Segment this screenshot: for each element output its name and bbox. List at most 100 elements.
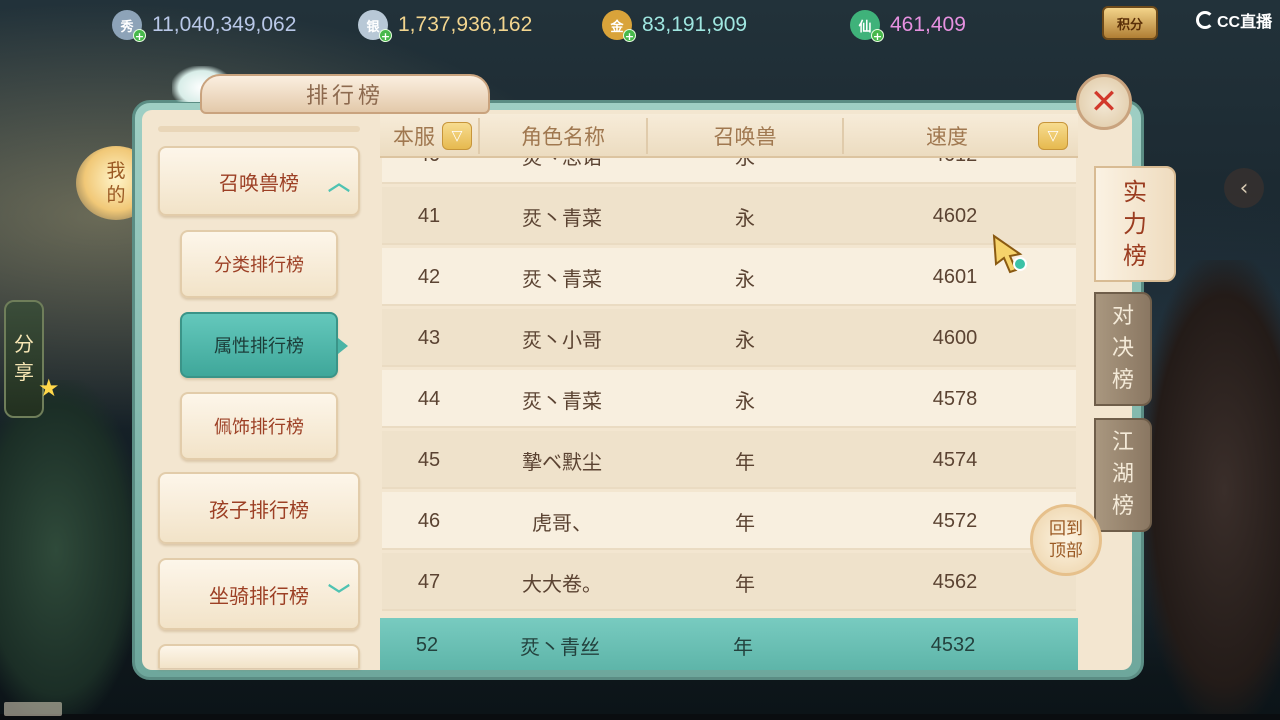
tab-jianghu-char-3: 榜 bbox=[1111, 494, 1134, 519]
table-row[interactable]: 44 烎丶青菜 永 4578 bbox=[382, 370, 1076, 428]
cell-name: 虎哥、 bbox=[532, 512, 592, 535]
table-row[interactable]: 40烎丶思诺永 4612 bbox=[382, 158, 1076, 184]
header-server-label: 本服 bbox=[393, 125, 435, 149]
header-pet-label: 召唤兽 bbox=[713, 125, 777, 149]
jade-coin-icon: 仙 + bbox=[850, 10, 884, 43]
tab-strength-char-2: 力 bbox=[1123, 210, 1147, 238]
cell-pet: 永 bbox=[650, 158, 840, 184]
tab-duel-rank[interactable]: 对 决 榜 bbox=[1094, 292, 1152, 406]
tab-duel-char-3: 榜 bbox=[1111, 368, 1134, 393]
points-badge[interactable]: 积分 bbox=[1102, 6, 1158, 40]
table-row[interactable]: 42 烎丶青菜永 4601 bbox=[382, 248, 1076, 306]
currency-value: 461,409 bbox=[890, 13, 966, 36]
tab-duel-char-1: 对 bbox=[1111, 304, 1134, 329]
my-speed: 4532 bbox=[930, 633, 976, 656]
menu-summon-rank[interactable]: 召唤兽榜 ︿ bbox=[158, 146, 360, 216]
gold-coin-icon: 金 + bbox=[602, 10, 636, 43]
server-dropdown-icon[interactable]: ▽ bbox=[442, 122, 472, 150]
back-to-top-line-1: 回到 bbox=[1049, 519, 1083, 539]
active-indicator-arrow-icon bbox=[338, 338, 348, 354]
table-row[interactable]: 47 大大卷。 年 4562 bbox=[382, 553, 1076, 611]
plus-icon[interactable]: + bbox=[133, 29, 146, 43]
cell-pet: 永 bbox=[735, 390, 755, 413]
tab-strength-char-1: 实 bbox=[1123, 178, 1147, 206]
table-row[interactable]: 46 虎哥、 年 4572 bbox=[382, 492, 1076, 550]
currency-value: 11,040,349,062 bbox=[152, 13, 297, 36]
points-badge-label: 积分 bbox=[1116, 17, 1143, 33]
cell-rank: 43 bbox=[417, 326, 441, 349]
cell-name: 烎丶青菜 bbox=[522, 390, 602, 413]
plus-icon[interactable]: + bbox=[623, 29, 636, 43]
menu-top-divider bbox=[158, 126, 360, 132]
header-server[interactable]: 本服 bbox=[380, 114, 448, 158]
chevron-down-icon: ﹀ bbox=[327, 584, 350, 609]
currency-item[interactable]: 秀 + 11,040,349,062 bbox=[112, 8, 297, 43]
header-name: 角色名称 bbox=[480, 114, 646, 158]
cell-pet: 年 bbox=[735, 573, 755, 596]
header-pet: 召唤兽 bbox=[648, 114, 842, 158]
cell-name: 摯ベ默尘 bbox=[522, 451, 602, 474]
currency-item[interactable]: 金 + 83,191,909 bbox=[602, 8, 747, 43]
cell-pet: 永 bbox=[735, 268, 755, 291]
background-scenery bbox=[1140, 260, 1280, 720]
tab-strength-char-3: 榜 bbox=[1123, 242, 1147, 270]
cell-rank: 47 bbox=[417, 570, 441, 593]
menu-accessory-rank[interactable]: 佩饰排行榜 bbox=[180, 392, 338, 460]
table-row[interactable]: 43 烎丶小哥 永 4600 bbox=[382, 309, 1076, 367]
stream-logo-text: CC直播 bbox=[1217, 14, 1273, 31]
tab-jianghu-char-1: 江 bbox=[1111, 430, 1134, 455]
cc-logo-icon bbox=[1196, 11, 1214, 29]
cell-name: 烎丶小哥 bbox=[522, 329, 602, 352]
back-to-top-button[interactable]: 回到 顶部 bbox=[1030, 504, 1102, 576]
cell-rank: 40 bbox=[382, 158, 476, 184]
tab-jianghu-rank[interactable]: 江 湖 榜 bbox=[1094, 418, 1152, 532]
menu-attribute-rank[interactable]: 属性排行榜 bbox=[180, 312, 338, 378]
my-orb-char-1: 我 bbox=[106, 160, 126, 182]
table-header: 本服 ▽ 角色名称 召唤兽 速度 ▽ bbox=[380, 114, 1078, 158]
panel-title-text: 排行榜 bbox=[305, 84, 384, 109]
header-speed-label: 速度 bbox=[926, 125, 968, 149]
menu-mount-rank[interactable]: 坐骑排行榜 ﹀ bbox=[158, 558, 360, 630]
share-button[interactable]: 分 享 ★ bbox=[4, 300, 60, 418]
cell-rank: 42 bbox=[417, 265, 441, 288]
header-speed[interactable]: 速度 bbox=[844, 114, 1050, 158]
cell-speed: 4578 bbox=[932, 387, 978, 410]
panel-title: 排行榜 bbox=[200, 74, 490, 114]
plus-icon[interactable]: + bbox=[379, 29, 392, 43]
chevron-left-icon[interactable]: ‹ bbox=[1224, 168, 1264, 208]
cell-name: 大大卷。 bbox=[522, 573, 602, 596]
cell-rank: 45 bbox=[417, 448, 441, 471]
table-row[interactable]: 45 摯ベ默尘 年 4574 bbox=[382, 431, 1076, 489]
cell-name: 烎丶青菜 bbox=[522, 268, 602, 291]
currency-value: 1,737,936,162 bbox=[398, 13, 533, 36]
silver-coin-icon: 秀 + bbox=[112, 10, 146, 43]
menu-accessory-rank-label: 佩饰排行榜 bbox=[214, 417, 304, 438]
plus-icon[interactable]: + bbox=[871, 29, 884, 43]
background-tree bbox=[0, 380, 140, 720]
bottom-left-button[interactable] bbox=[4, 702, 62, 716]
cell-pet: 年 bbox=[735, 451, 755, 474]
silver-ingot-icon: 银 + bbox=[358, 10, 392, 43]
cell-rank: 41 bbox=[417, 204, 441, 227]
menu-category-rank[interactable]: 分类排行榜 bbox=[180, 230, 338, 298]
cell-rank: 46 bbox=[417, 509, 441, 532]
currency-item[interactable]: 银 + 1,737,936,162 bbox=[358, 8, 533, 43]
stream-logo: CC直播 bbox=[1196, 8, 1272, 32]
tab-jianghu-char-2: 湖 bbox=[1111, 462, 1134, 487]
close-button[interactable]: ✕ bbox=[1076, 74, 1132, 130]
speed-dropdown-icon[interactable]: ▽ bbox=[1038, 122, 1068, 150]
cell-pet: 永 bbox=[735, 207, 755, 230]
table-body[interactable]: 40烎丶思诺永461241烎丶青菜永460242烎丶青菜永460143烎丶小哥永… bbox=[380, 158, 1078, 618]
table-row[interactable]: 41 烎丶青菜永 4602 bbox=[382, 187, 1076, 245]
star-icon: ★ bbox=[38, 374, 60, 402]
cell-speed: 4572 bbox=[932, 509, 978, 532]
my-pet: 年 bbox=[733, 636, 753, 659]
my-name: 烎丶青丝 bbox=[520, 636, 600, 659]
chevron-up-icon: ︿ bbox=[327, 171, 350, 196]
menu-child-rank[interactable]: 孩子排行榜 bbox=[158, 472, 360, 544]
currency-item[interactable]: 仙 + 461,409 bbox=[850, 8, 966, 43]
menu-category-rank-label: 分类排行榜 bbox=[214, 255, 304, 276]
menu-next-item-partial[interactable] bbox=[158, 644, 360, 668]
cell-speed: 4574 bbox=[932, 448, 978, 471]
tab-strength-rank[interactable]: 实 力 榜 bbox=[1094, 166, 1176, 282]
